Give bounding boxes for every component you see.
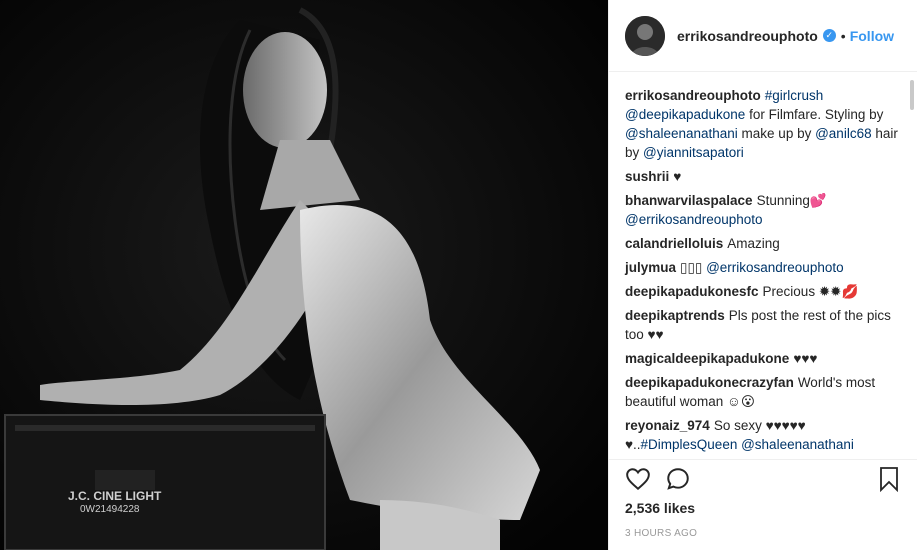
comment: bhanwarvilaspalace Stunning💕 @errikosandr… (625, 191, 905, 229)
comment-username[interactable]: deepikapadukonecrazyfan (625, 375, 794, 390)
comment-username[interactable]: magicaldeepikapadukone (625, 351, 789, 366)
comment: magicaldeepikapadukone ♥♥♥ (625, 349, 905, 368)
comment-text: ▯▯▯ (680, 260, 707, 275)
comment: calandrielloluis Amazing (625, 234, 905, 253)
post-photo[interactable]: J.C. CINE LIGHT 0W21494228 (0, 0, 608, 550)
comment-text: ♥♥♥ (793, 351, 818, 366)
comment-hashtag[interactable]: #DimplesQueen (641, 437, 738, 452)
comment: julymua ▯▯▯ @errikosandreouphoto (625, 258, 905, 277)
comment: reyonaiz_974 So sexy ♥♥♥♥♥ ♥..#DimplesQue… (625, 416, 905, 454)
post-side-panel: errikosandreouphoto ✓ • Follow errikosan… (608, 0, 917, 550)
comment-username[interactable]: reyonaiz_974 (625, 418, 710, 433)
caption-text: for Filmfare. Styling by (745, 107, 884, 122)
comment: deepikapadukonesfc Precious ✹✹💋 (625, 282, 905, 301)
follow-button[interactable]: Follow (850, 28, 894, 44)
header-username[interactable]: errikosandreouphoto (677, 28, 818, 44)
photo-illustration: J.C. CINE LIGHT 0W21494228 (0, 0, 608, 550)
comment-username[interactable]: calandrielloluis (625, 236, 723, 251)
caption-mention[interactable]: @anilc68 (815, 126, 872, 141)
caption-mention[interactable]: @deepikapadukone (625, 107, 745, 122)
comment-text: Amazing (727, 236, 780, 251)
bookmark-icon[interactable] (877, 466, 901, 492)
comment-username[interactable]: bhanwarvilaspalace (625, 193, 753, 208)
comment: deepikaptrends Pls post the rest of the p… (625, 306, 905, 344)
comment-mention[interactable]: @errikosandreouphoto (706, 260, 844, 275)
comment-text: Stunning💕 (756, 193, 827, 208)
action-icons (625, 462, 901, 496)
likes-count[interactable]: 2,536 likes (625, 500, 901, 516)
comment-username[interactable]: sushrii (625, 169, 669, 184)
caption-text: make up by (737, 126, 816, 141)
comment-username[interactable]: deepikapadukonesfc (625, 284, 759, 299)
caption-mention[interactable]: @yiannitsapatori (643, 145, 744, 160)
comment-text: ♥ (673, 169, 682, 184)
avatar[interactable] (625, 15, 665, 56)
comment-icon[interactable] (665, 466, 691, 492)
caption-hashtag[interactable]: #girlcrush (765, 88, 824, 103)
trunk-label-line1: J.C. CINE LIGHT (68, 489, 162, 503)
comment-username[interactable]: julymua (625, 260, 676, 275)
comment: deepikapadukonecrazyfan World's most beau… (625, 373, 905, 411)
trunk-label-line2: 0W21494228 (80, 504, 140, 515)
caption-username[interactable]: errikosandreouphoto (625, 88, 761, 103)
comment: sushrii ♥ (625, 167, 905, 186)
post-actions: 2,536 likes 3 HOURS AGO (609, 459, 917, 549)
caption: errikosandreouphoto #girlcrush @deepikapa… (625, 86, 905, 162)
comment-mention[interactable]: @errikosandreouphoto (625, 212, 763, 227)
comment-text: Precious ✹✹💋 (762, 284, 859, 299)
post-header: errikosandreouphoto ✓ • Follow (609, 0, 917, 72)
verified-badge-icon: ✓ (822, 29, 836, 42)
comment-mention[interactable]: @shaleenanathani (737, 437, 854, 452)
heart-icon[interactable] (625, 466, 651, 492)
comments-scrollbar[interactable] (910, 80, 914, 110)
comment-username[interactable]: deepikaptrends (625, 308, 725, 323)
caption-mention[interactable]: @shaleenanathani (625, 126, 738, 141)
post-timestamp: 3 HOURS AGO (625, 528, 698, 539)
separator-dot: • (840, 27, 846, 44)
comments-list[interactable]: errikosandreouphoto #girlcrush @deepikapa… (609, 72, 917, 459)
